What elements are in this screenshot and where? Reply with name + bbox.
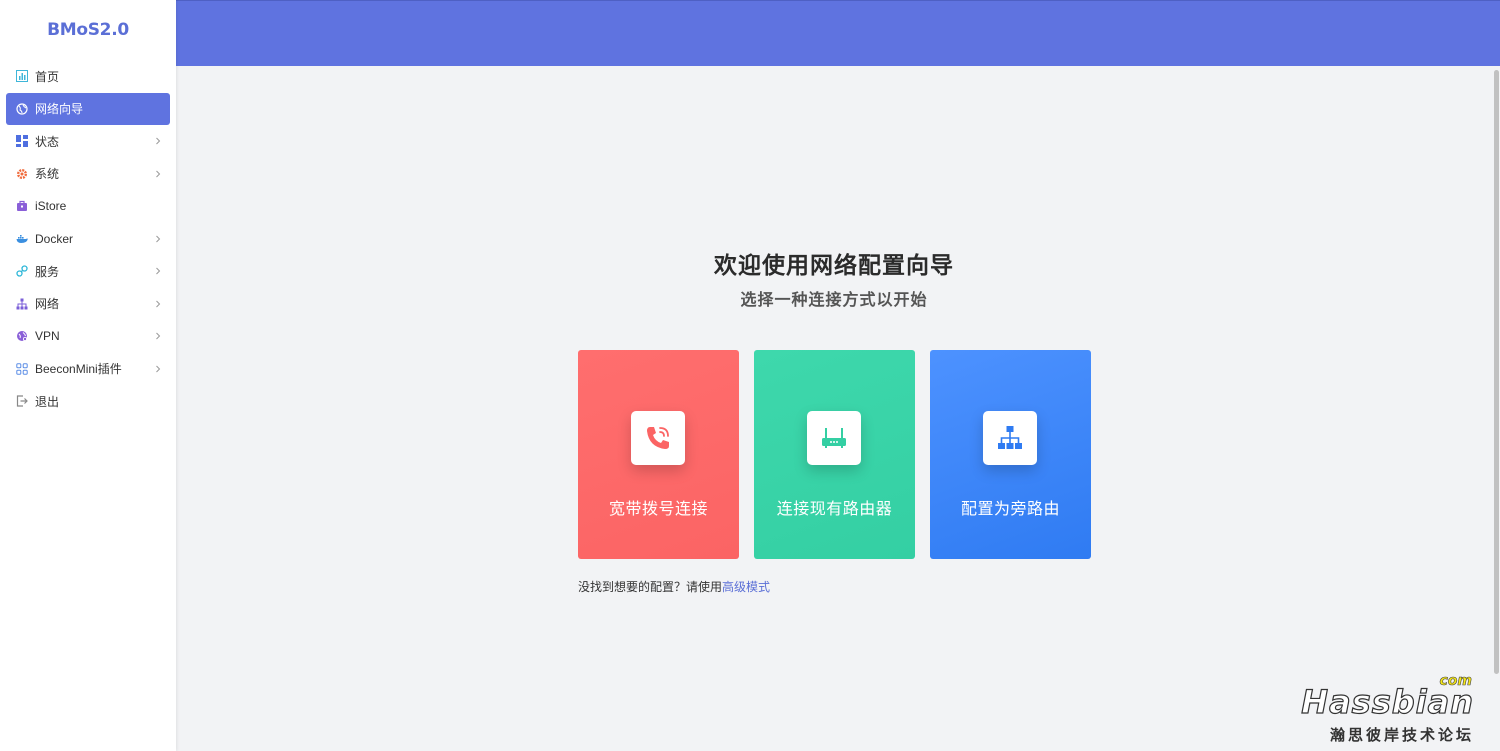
sidebar-item-label: 首页: [35, 69, 60, 84]
sidebar-item-label: BeeconMini插件: [35, 362, 122, 376]
chevron-right-icon: [154, 235, 162, 243]
card-label: 配置为旁路由: [960, 501, 1060, 518]
sidebar-item-network-wizard[interactable]: 网络向导: [6, 92, 170, 125]
pppoe-dialup-card[interactable]: 宽带拨号连接: [578, 350, 739, 559]
sidebar-item-logout[interactable]: 退出: [6, 385, 170, 417]
sidebar-item-label: VPN: [35, 329, 60, 343]
scrollbar-thumb[interactable]: [1494, 70, 1499, 674]
watermark: com Hassbian 瀚思彼岸技术论坛: [1301, 673, 1474, 744]
hint-text: 没找到想要的配置？请使用: [578, 580, 723, 594]
phone-call-icon: [631, 411, 685, 465]
sidebar-item-services[interactable]: 服务: [6, 255, 170, 287]
sidebar-item-vpn[interactable]: VPN: [6, 320, 170, 352]
sidebar-item-status[interactable]: 状态: [6, 125, 170, 157]
chevron-right-icon: [154, 137, 162, 145]
main-content: 欢迎使用网络配置向导 选择一种连接方式以开始 宽带拨号连接 连接现有路由器 配置…: [176, 66, 1492, 751]
card-label: 宽带拨号连接: [608, 501, 708, 518]
globe-icon: [16, 102, 28, 115]
store-icon: [16, 200, 28, 212]
page-subtitle: 选择一种连接方式以开始: [740, 292, 928, 309]
sidebar-item-network[interactable]: 网络: [6, 288, 170, 320]
top-header-bar: [176, 0, 1500, 66]
chevron-right-icon: [154, 332, 162, 340]
sidebar-item-istore[interactable]: iStore: [6, 190, 170, 222]
sidebar-menu: 首页 网络向导 状态 系统 iStore Docker 服务 网络 VPN Be…: [0, 60, 176, 417]
sidebar-item-home[interactable]: 首页: [6, 60, 170, 92]
page-title: 欢迎使用网络配置向导: [714, 252, 954, 278]
chevron-right-icon: [154, 365, 162, 373]
sidebar-item-label: iStore: [35, 199, 67, 213]
sidebar-item-label: 网络: [35, 297, 60, 311]
logout-icon: [16, 395, 28, 407]
grid-icon: [16, 135, 28, 147]
sidebar-item-label: 退出: [35, 394, 60, 409]
chevron-right-icon: [154, 300, 162, 308]
watermark-logo: Hassbian: [1301, 682, 1474, 721]
chevron-right-icon: [154, 170, 162, 178]
network-icon: [16, 298, 28, 310]
sidebar-item-system[interactable]: 系统: [6, 158, 170, 190]
sidebar-item-label: 状态: [35, 134, 60, 149]
docker-icon: [16, 233, 28, 245]
card-label: 连接现有路由器: [776, 501, 893, 518]
sidebar-item-label: 网络向导: [35, 102, 84, 116]
plugin-icon: [16, 362, 28, 375]
sidebar-item-label: Docker: [35, 231, 74, 246]
bypass-router-card[interactable]: 配置为旁路由: [930, 350, 1091, 559]
vpn-icon: [16, 330, 28, 342]
advanced-mode-hint: 没找到想要的配置？请使用高级模式: [578, 578, 770, 595]
sidebar: BMoS2.0 首页 网络向导 状态 系统 iStore Docker 服务 网…: [0, 0, 176, 751]
watermark-subtitle: 瀚思彼岸技术论坛: [1329, 727, 1474, 744]
connect-existing-router-card[interactable]: 连接现有路由器: [754, 350, 915, 559]
sidebar-item-label: 系统: [35, 167, 60, 181]
vertical-scrollbar[interactable]: [1492, 66, 1500, 751]
sidebar-item-docker[interactable]: Docker: [6, 223, 170, 255]
sidebar-item-label: 服务: [35, 264, 60, 279]
router-icon: [807, 411, 861, 465]
app-logo[interactable]: BMoS2.0: [0, 0, 176, 60]
dashboard-icon: [16, 70, 28, 82]
service-icon: [16, 265, 28, 277]
gear-icon: [16, 168, 28, 180]
advanced-mode-link[interactable]: 高级模式: [722, 580, 770, 594]
sidebar-item-beeconmini-plugins[interactable]: BeeconMini插件: [6, 353, 170, 385]
sitemap-icon: [983, 411, 1037, 465]
chevron-right-icon: [154, 267, 162, 275]
